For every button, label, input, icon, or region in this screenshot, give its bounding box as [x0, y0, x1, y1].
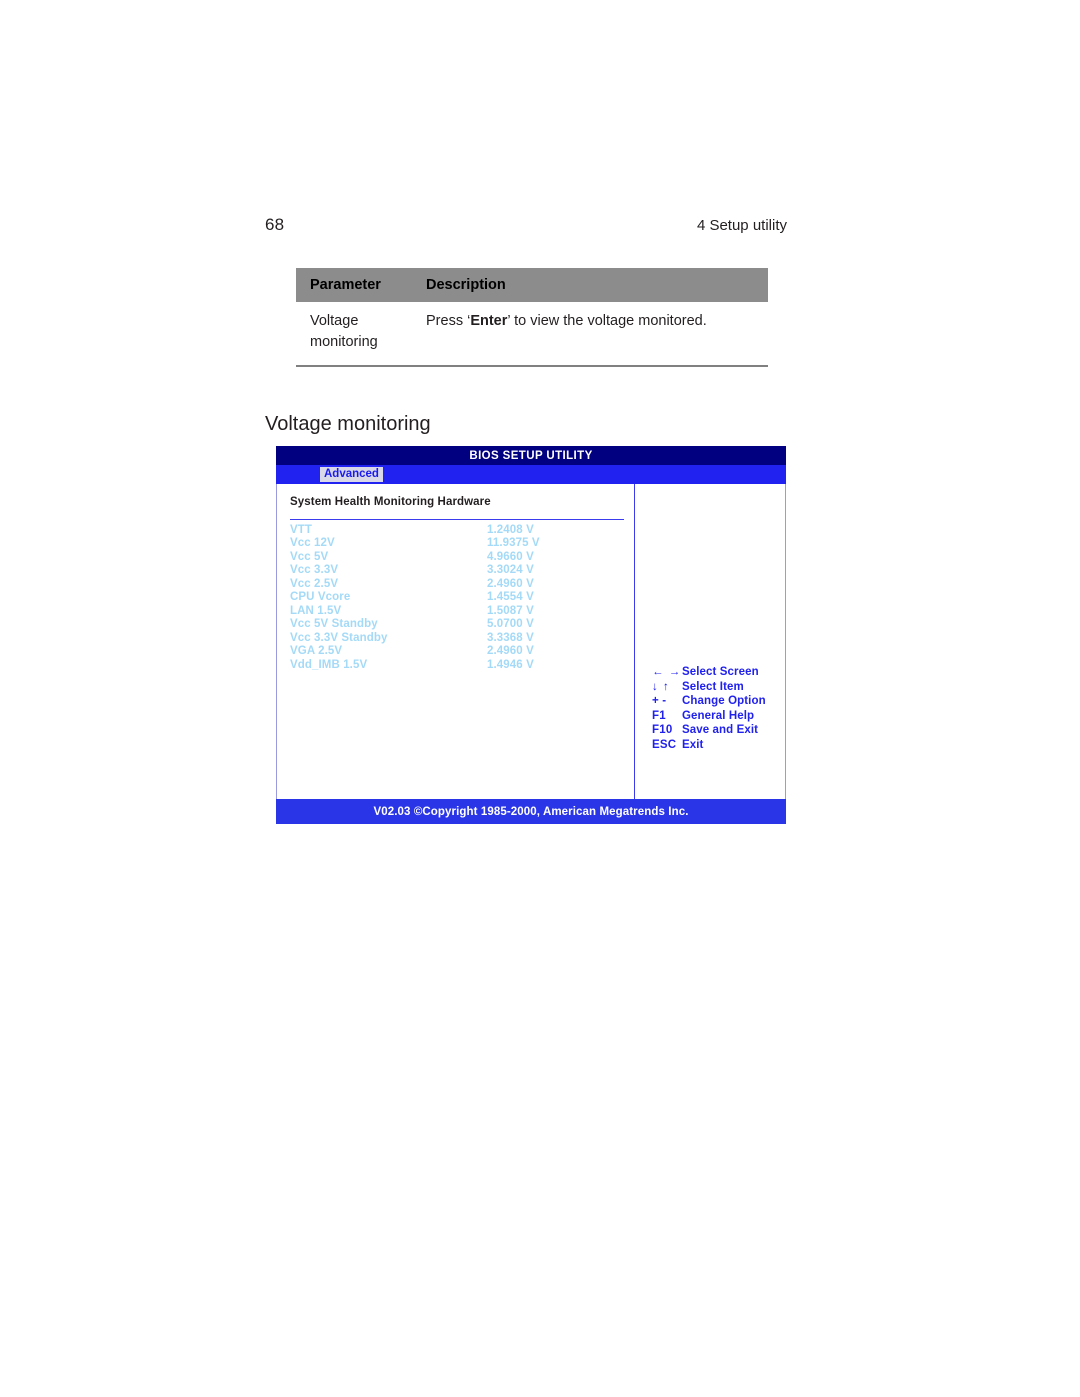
- voltage-label: Vcc 3.3V Standby: [290, 631, 388, 644]
- column-header-parameter: Parameter: [310, 277, 381, 293]
- voltage-label: VTT: [290, 523, 313, 536]
- voltage-label: Vdd_IMB 1.5V: [290, 658, 368, 671]
- bios-help-pane: ← → Select Screen ↓ ↑ Select Item + - Ch…: [635, 484, 785, 799]
- parameter-table: Parameter Description Voltage monitoring…: [296, 268, 768, 368]
- key-help-row: + - Change Option: [652, 694, 766, 709]
- list-item: Vcc 5V 4.9660 V: [290, 550, 634, 564]
- esc-key: ESC: [652, 738, 677, 751]
- voltage-label: Vcc 2.5V: [290, 577, 339, 590]
- voltage-value: 3.3024 V: [487, 564, 534, 577]
- cell-parameter: Voltage monitoring: [310, 313, 378, 350]
- running-head: 4 Setup utility: [696, 217, 787, 234]
- voltage-list: VTT 1.2408 V Vcc 12V 11.9375 V Vcc 5V 4.…: [290, 523, 634, 672]
- voltage-value: 1.4554 V: [487, 591, 534, 604]
- f1-key: F1: [652, 709, 666, 722]
- list-item: Vcc 12V 11.9375 V: [290, 537, 634, 551]
- bios-settings-pane: System Health Monitoring Hardware VTT 1.…: [277, 484, 634, 799]
- key-help-label: Select Item: [682, 680, 744, 693]
- document-page: 68 4 Setup utility Parameter Description…: [0, 0, 1080, 1397]
- voltage-label: Vcc 3.3V: [290, 564, 339, 577]
- voltage-value: 1.4946 V: [487, 658, 534, 671]
- voltage-value: 1.5087 V: [487, 604, 534, 617]
- plus-minus-key: + -: [652, 695, 667, 708]
- voltage-label: VGA 2.5V: [290, 645, 343, 658]
- key-help-row: ESC Exit: [652, 738, 766, 753]
- voltage-value: 2.4960 V: [487, 645, 534, 658]
- key-help-row: ↓ ↑ Select Item: [652, 680, 766, 695]
- description-keyword: Enter: [470, 313, 508, 329]
- table-header-row: Parameter Description: [296, 268, 768, 302]
- list-item: Vcc 5V Standby 5.0700 V: [290, 618, 634, 632]
- key-help-label: Select Screen: [682, 666, 759, 679]
- list-item: Vcc 3.3V 3.3024 V: [290, 564, 634, 578]
- bios-title-bar: BIOS SETUP UTILITY: [276, 446, 786, 465]
- key-help-row: F10 Save and Exit: [652, 723, 766, 738]
- voltage-value: 11.9375 V: [487, 537, 540, 550]
- list-item: Vcc 3.3V Standby 3.3368 V: [290, 631, 634, 645]
- column-header-description: Description: [426, 277, 506, 293]
- key-help-row: F1 General Help: [652, 709, 766, 724]
- description-suffix: ’ to view the voltage monitored.: [507, 313, 707, 329]
- key-help-label: Save and Exit: [682, 724, 759, 737]
- tab-advanced[interactable]: Advanced: [320, 466, 383, 483]
- heading-divider: [290, 519, 624, 520]
- arrow-left-right-icon: ← →: [652, 666, 682, 679]
- cell-description: Press ‘Enter’ to view the voltage monito…: [426, 311, 707, 352]
- key-help-label: General Help: [682, 709, 755, 722]
- list-item: VTT 1.2408 V: [290, 523, 634, 537]
- bios-body: System Health Monitoring Hardware VTT 1.…: [276, 484, 786, 799]
- voltage-label: CPU Vcore: [290, 591, 351, 604]
- voltage-label: Vcc 5V Standby: [290, 618, 378, 631]
- list-item: CPU Vcore 1.4554 V: [290, 591, 634, 605]
- list-item: Vcc 2.5V 2.4960 V: [290, 577, 634, 591]
- key-help-legend: ← → Select Screen ↓ ↑ Select Item + - Ch…: [652, 665, 766, 752]
- list-item: VGA 2.5V 2.4960 V: [290, 645, 634, 659]
- voltage-value: 1.2408 V: [487, 523, 534, 536]
- voltage-value: 2.4960 V: [487, 577, 534, 590]
- voltage-value: 3.3368 V: [487, 631, 534, 644]
- description-prefix: Press ‘: [426, 313, 471, 329]
- voltage-label: Vcc 12V: [290, 537, 335, 550]
- f10-key: F10: [652, 724, 673, 737]
- page-title: Voltage monitoring: [265, 413, 431, 435]
- voltage-value: 5.0700 V: [487, 618, 534, 631]
- bios-footer-bar: V02.03 ©Copyright 1985-2000, American Me…: [276, 799, 786, 824]
- list-item: LAN 1.5V 1.5087 V: [290, 604, 634, 618]
- table-row: Voltage monitoring Press ‘Enter’ to view…: [296, 302, 768, 368]
- voltage-label: Vcc 5V: [290, 550, 329, 563]
- list-item: Vdd_IMB 1.5V 1.4946 V: [290, 658, 634, 672]
- bios-menu-bar: Advanced: [276, 465, 786, 484]
- arrow-up-down-icon: ↓ ↑: [652, 680, 670, 693]
- voltage-value: 4.9660 V: [487, 550, 534, 563]
- pane-heading: System Health Monitoring Hardware: [290, 496, 491, 508]
- voltage-label: LAN 1.5V: [290, 604, 342, 617]
- page-number: 68: [265, 215, 285, 234]
- key-help-row: ← → Select Screen: [652, 665, 766, 680]
- bios-setup-screen: BIOS SETUP UTILITY Advanced System Healt…: [276, 446, 786, 824]
- key-help-label: Change Option: [682, 695, 766, 708]
- key-help-label: Exit: [682, 738, 704, 751]
